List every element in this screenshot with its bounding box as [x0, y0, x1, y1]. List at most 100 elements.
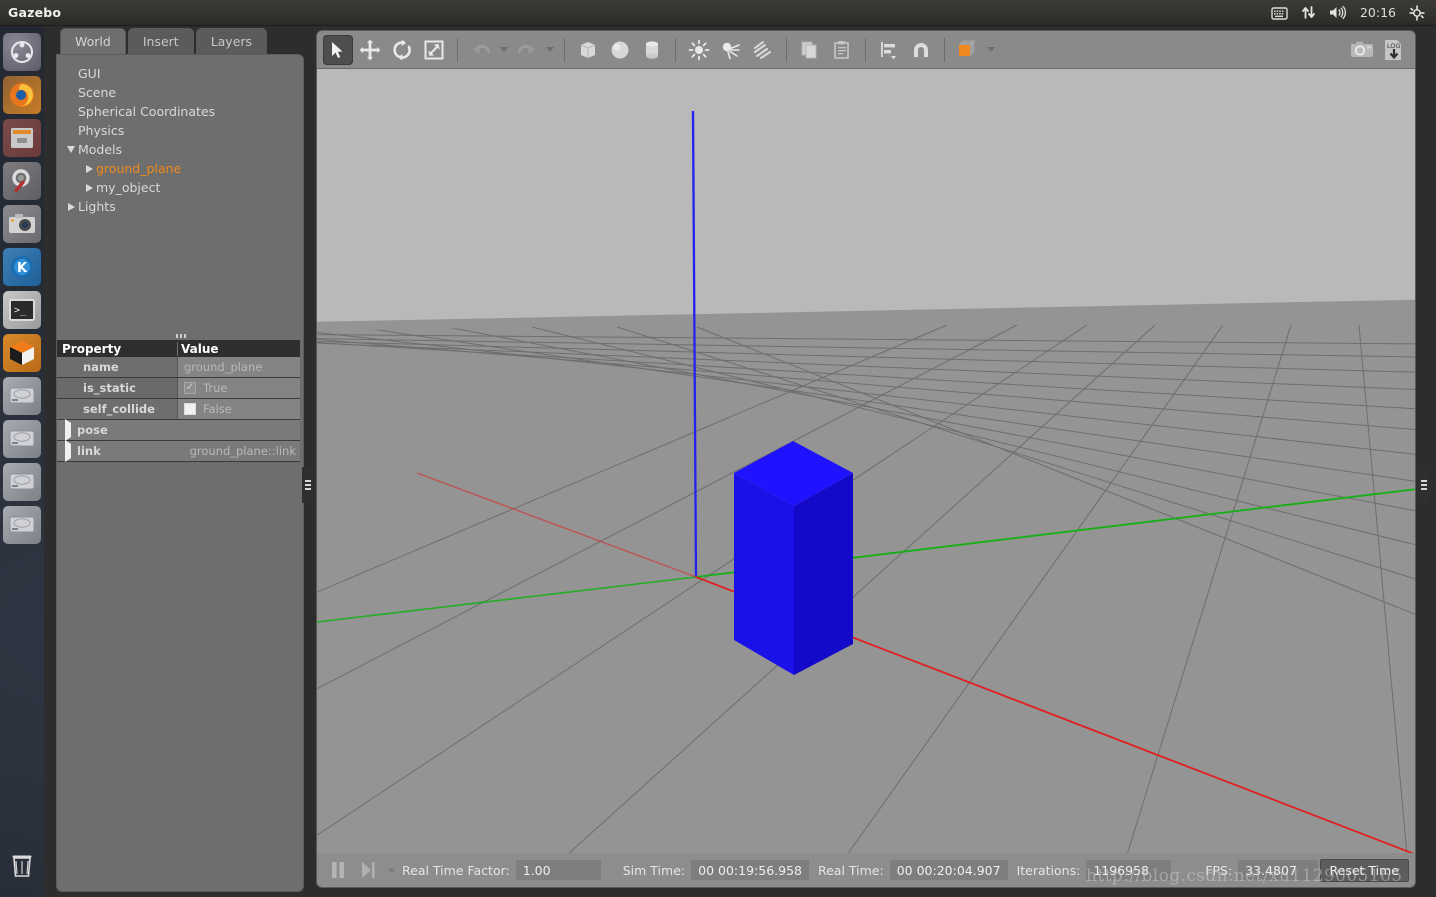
tree-item-label: Lights	[78, 199, 116, 214]
tree-item-label: my_object	[96, 180, 161, 195]
tree-item-gui[interactable]: GUI	[61, 64, 303, 83]
checkbox-checked-icon[interactable]	[184, 382, 196, 394]
launcher-item-disk-2[interactable]	[3, 420, 41, 458]
select-mode-icon[interactable]	[323, 34, 353, 65]
launcher-item-disk-3[interactable]	[3, 463, 41, 501]
step-forward-icon[interactable]	[353, 857, 383, 883]
launcher-item-disk-1[interactable]	[3, 377, 41, 415]
system-tray: 20:16	[1271, 5, 1436, 21]
checkbox-unchecked-icon[interactable]	[184, 403, 196, 415]
tab-insert-label: Insert	[142, 34, 179, 49]
tree-item-scene[interactable]: Scene	[61, 83, 303, 102]
launcher-item-gazebo[interactable]	[3, 334, 41, 372]
box-front-face	[734, 473, 794, 675]
property-grid-header: Property Value	[57, 340, 300, 357]
launcher-item-disk-4[interactable]	[3, 506, 41, 544]
dock-viewport-splitter[interactable]	[302, 467, 313, 503]
directional-light-icon[interactable]	[748, 35, 778, 65]
launcher-item-kazam[interactable]: K	[3, 248, 41, 286]
translate-mode-icon[interactable]	[355, 35, 385, 65]
align-icon[interactable]	[874, 35, 904, 65]
view-angle-icon[interactable]	[953, 35, 983, 65]
property-row-is-static[interactable]: is_static True	[57, 378, 300, 399]
gazebo-toolbar: LOG	[317, 31, 1415, 69]
redo-icon[interactable]	[512, 35, 542, 65]
paste-icon[interactable]	[827, 35, 857, 65]
x-axis-line-negative	[416, 472, 697, 578]
screen: Gazebo 20:16 K >_ World Insert Layers GU…	[0, 0, 1436, 897]
ground-grid	[317, 324, 1415, 855]
tab-world-label: World	[75, 34, 111, 49]
tree-item-label: Spherical Coordinates	[78, 104, 216, 119]
box-object-my-object	[734, 441, 853, 675]
tab-world[interactable]: World	[60, 28, 126, 54]
view-angle-dropdown-caret-icon[interactable]	[985, 35, 997, 65]
gazebo-left-dock: World Insert Layers GUI Scene Spherical …	[56, 26, 316, 892]
keyboard-icon[interactable]	[1271, 6, 1288, 20]
real-time-factor-label: Real Time Factor:	[402, 862, 510, 878]
log-icon[interactable]: LOG	[1379, 35, 1409, 65]
3d-viewport[interactable]	[317, 69, 1415, 855]
screenshot-icon[interactable]	[1347, 35, 1377, 65]
chevron-right-icon[interactable]	[82, 183, 96, 192]
unity-top-panel: Gazebo 20:16	[0, 0, 1436, 26]
status-separator-dot	[389, 868, 394, 872]
rotate-mode-icon[interactable]	[387, 35, 417, 65]
launcher-item-ubuntu-dash[interactable]	[3, 33, 41, 71]
world-axes	[317, 110, 1415, 855]
scale-mode-icon[interactable]	[419, 35, 449, 65]
tree-item-models[interactable]: Models	[61, 140, 303, 159]
tree-item-ground-plane[interactable]: ground_plane	[61, 159, 303, 178]
chevron-right-icon[interactable]	[82, 164, 96, 173]
network-icon[interactable]	[1301, 5, 1316, 20]
clock-label[interactable]: 20:16	[1360, 5, 1396, 20]
property-name-cell: link	[57, 440, 177, 462]
snap-icon[interactable]	[906, 35, 936, 65]
property-row-name[interactable]: name ground_plane	[57, 357, 300, 378]
property-name: name	[83, 360, 119, 374]
property-grid-resize-grip[interactable]	[57, 331, 305, 340]
launcher-item-trash[interactable]	[3, 846, 41, 884]
real-time-label: Real Time:	[817, 862, 884, 878]
undo-dropdown-caret-icon[interactable]	[498, 35, 510, 65]
reset-time-button[interactable]: Reset Time	[1319, 858, 1409, 882]
sphere-icon[interactable]	[605, 35, 635, 65]
chevron-right-icon[interactable]	[65, 419, 71, 441]
tab-insert[interactable]: Insert	[127, 28, 194, 54]
tree-item-label: Physics	[78, 123, 125, 138]
copy-icon[interactable]	[795, 35, 825, 65]
redo-dropdown-caret-icon[interactable]	[544, 35, 556, 65]
property-row-pose[interactable]: pose	[57, 419, 300, 441]
property-value[interactable]: ground_plane	[177, 357, 300, 377]
spot-light-icon[interactable]	[716, 35, 746, 65]
property-value[interactable]: False	[177, 399, 300, 419]
viewport-right-splitter[interactable]	[1418, 467, 1429, 503]
property-value[interactable]: True	[177, 378, 300, 398]
power-gear-icon[interactable]	[1409, 5, 1425, 21]
pause-icon[interactable]	[323, 857, 353, 883]
tree-item-physics[interactable]: Physics	[61, 121, 303, 140]
launcher-item-camera[interactable]	[3, 205, 41, 243]
tree-item-label: Models	[78, 142, 123, 157]
property-row-self-collide[interactable]: self_collide False	[57, 399, 300, 420]
toolbar-separator	[865, 37, 866, 62]
chevron-right-icon[interactable]	[64, 202, 78, 211]
launcher-item-files[interactable]	[3, 119, 41, 157]
point-light-icon[interactable]	[684, 35, 714, 65]
chevron-right-icon[interactable]	[65, 440, 71, 462]
tree-item-lights[interactable]: Lights	[61, 197, 303, 216]
box-icon[interactable]	[573, 35, 603, 65]
volume-icon[interactable]	[1329, 5, 1347, 20]
chevron-down-icon[interactable]	[64, 146, 78, 153]
launcher-item-firefox[interactable]	[3, 76, 41, 114]
real-time-factor-value: 1.00	[515, 860, 601, 880]
undo-icon[interactable]	[466, 35, 496, 65]
cylinder-icon[interactable]	[637, 35, 667, 65]
launcher-item-system-settings[interactable]	[3, 162, 41, 200]
tree-item-spherical-coordinates[interactable]: Spherical Coordinates	[61, 102, 303, 121]
tab-layers[interactable]: Layers	[195, 28, 268, 54]
tree-item-my-object[interactable]: my_object	[61, 178, 303, 197]
property-row-link[interactable]: link ground_plane::link	[57, 440, 300, 462]
launcher-item-terminal[interactable]: >_	[3, 291, 41, 329]
property-grid: Property Value name ground_plane is_stat…	[57, 340, 300, 462]
